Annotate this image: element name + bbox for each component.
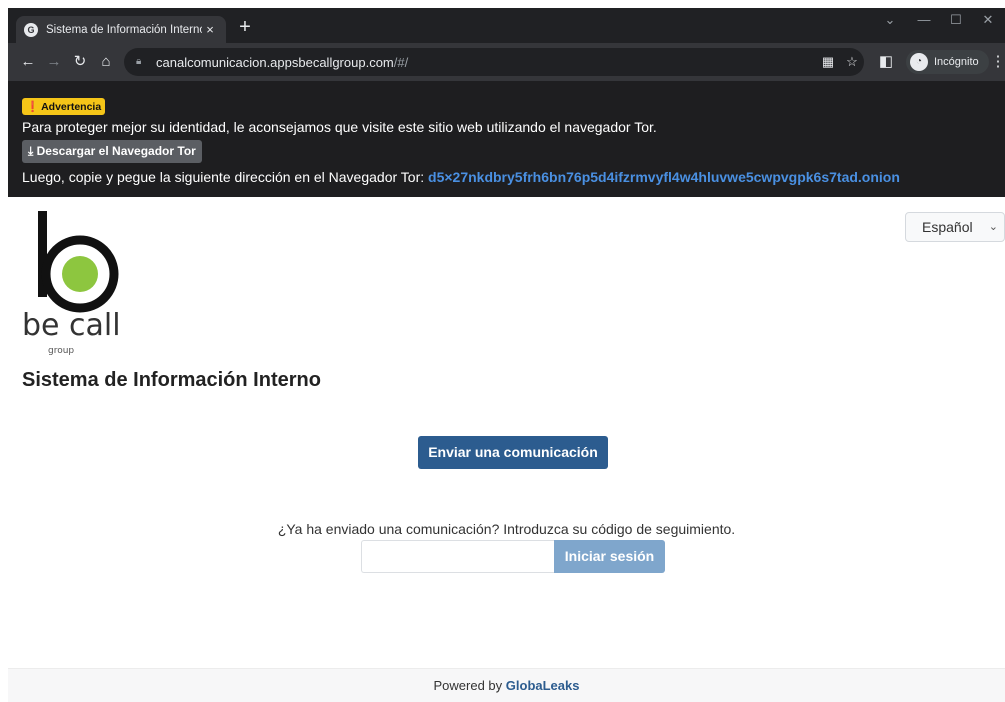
side-panel-icon[interactable]: ◧ (876, 52, 896, 72)
home-icon[interactable]: ⌂ (96, 52, 116, 72)
profile-label: Incógnito (934, 56, 979, 68)
becall-logo: be call group (22, 211, 121, 356)
tab-strip: G Sistema de Información Interno × + ⌄ —… (8, 8, 1005, 43)
download-icon: ⤓ (28, 144, 37, 158)
language-select[interactable]: Español ⌄ (905, 212, 1005, 242)
language-selected: Español (922, 219, 973, 235)
send-communication-button[interactable]: Enviar una comunicación (418, 436, 608, 469)
close-window-icon[interactable]: ✕ (976, 12, 1000, 28)
menu-kebab-icon[interactable]: ⋮ (988, 52, 1005, 72)
login-button[interactable]: Iniciar sesión (554, 540, 665, 573)
warning-badge: ❗ Advertencia (22, 98, 106, 115)
warning-row: ❗ Advertencia (22, 97, 1005, 115)
bookmark-star-icon[interactable]: ☆ (844, 54, 860, 70)
back-arrow-icon[interactable]: ← (18, 52, 38, 72)
onion-instructions: Luego, copie y pegue la siguiente direcc… (22, 169, 1005, 185)
url-text: canalcomunicacion.appsbecallgroup.com/#/ (156, 55, 408, 70)
maximize-icon[interactable]: ☐ (944, 12, 968, 28)
browser-window: G Sistema de Información Interno × + ⌄ —… (8, 8, 1005, 702)
footer: Powered by GlobaLeaks (8, 668, 1005, 702)
download-tor-label: Descargar el Navegador Tor (36, 144, 196, 158)
tab-close-icon[interactable]: × (202, 22, 218, 37)
exclamation-icon: ❗ (26, 101, 40, 113)
download-tor-button[interactable]: ⤓ Descargar el Navegador Tor (22, 140, 202, 163)
globaleaks-favicon-icon: G (24, 22, 38, 37)
page-content: Español ⌄ be call group Sistema de Infor… (8, 197, 1005, 702)
browser-tab[interactable]: G Sistema de Información Interno × (16, 16, 226, 43)
url-path: /#/ (393, 54, 409, 70)
forward-arrow-icon[interactable]: → (44, 52, 64, 72)
onion-prefix: Luego, copie y pegue la siguiente direcc… (22, 169, 429, 185)
browser-toolbar: ← → ↻ ⌂ 🔒︎ canalcomunicacion.appsbecallg… (8, 43, 1005, 81)
qr-code-icon[interactable]: ▦ (820, 54, 836, 70)
incognito-profile-button[interactable]: ◔ Incógnito (906, 50, 989, 74)
tracking-prompt: ¿Ya ha enviado una comunicación? Introdu… (277, 521, 736, 537)
incognito-icon: ◔ (910, 53, 928, 71)
warning-badge-label: Advertencia (41, 101, 102, 113)
address-bar[interactable]: 🔒︎ canalcomunicacion.appsbecallgroup.com… (124, 48, 864, 76)
logo-green-dot (62, 256, 98, 292)
tracking-code-input[interactable] (361, 540, 554, 573)
logo-wordmark: be call (22, 308, 121, 343)
lock-icon: 🔒︎ (136, 56, 142, 67)
chevron-down-icon: ⌄ (988, 221, 998, 233)
minimize-icon[interactable]: — (912, 12, 936, 27)
tor-advice-text: Para proteger mejor su identidad, le aco… (22, 119, 657, 135)
new-tab-button[interactable]: + (234, 17, 256, 39)
logo-sub: group (48, 346, 74, 356)
tab-title: Sistema de Información Interno (46, 23, 202, 36)
onion-address-link[interactable]: d5×27nkdbry5frh6bn76p5d4ifzrmvyfl4w4hluv… (428, 169, 900, 185)
globaleaks-link[interactable]: GlobaLeaks (506, 678, 580, 693)
reload-icon[interactable]: ↻ (70, 52, 90, 72)
url-host: canalcomunicacion.appsbecallgroup.com (156, 54, 394, 70)
page-title: Sistema de Información Interno (22, 369, 321, 391)
tab-search-icon[interactable]: ⌄ (878, 12, 902, 28)
footer-prefix: Powered by (433, 678, 506, 693)
tor-warning-banner: ❗ Advertencia Para proteger mejor su iden… (8, 81, 1005, 197)
